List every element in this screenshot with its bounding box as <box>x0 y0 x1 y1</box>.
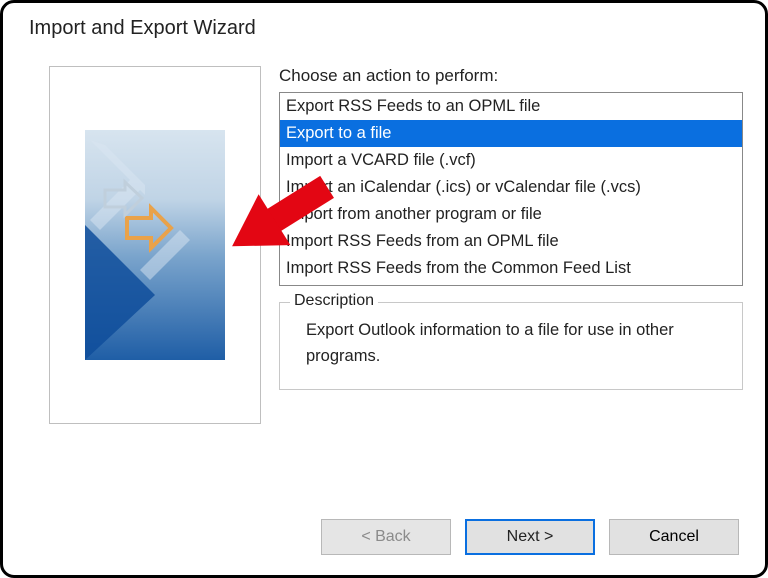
dialog-content: Choose an action to perform: Export RSS … <box>3 40 765 424</box>
cancel-button[interactable]: Cancel <box>609 519 739 555</box>
dialog-title: Import and Export Wizard <box>3 3 765 40</box>
action-item[interactable]: Export RSS Feeds to an OPML file <box>280 93 742 120</box>
wizard-graphic <box>85 130 225 360</box>
description-label: Description <box>290 292 378 310</box>
description-group: Description Export Outlook information t… <box>279 302 743 390</box>
back-button: < Back <box>321 519 451 555</box>
next-button[interactable]: Next > <box>465 519 595 555</box>
action-item[interactable]: Import an iCalendar (.ics) or vCalendar … <box>280 174 742 201</box>
wizard-sidebar <box>49 66 261 424</box>
action-listbox[interactable]: Export RSS Feeds to an OPML file Export … <box>279 92 743 286</box>
wizard-dialog: Import and Export Wizard Choose an actio… <box>0 0 768 578</box>
action-item[interactable]: Import RSS Feeds from an OPML file <box>280 228 742 255</box>
action-item[interactable]: Import from another program or file <box>280 201 742 228</box>
description-body: Export Outlook information to a file for… <box>298 317 728 369</box>
action-item-selected[interactable]: Export to a file <box>280 120 742 147</box>
action-item[interactable]: Import a VCARD file (.vcf) <box>280 147 742 174</box>
button-row: < Back Next > Cancel <box>321 519 739 555</box>
wizard-main: Choose an action to perform: Export RSS … <box>279 66 743 424</box>
action-prompt: Choose an action to perform: <box>279 66 743 86</box>
action-item[interactable]: Import RSS Feeds from the Common Feed Li… <box>280 255 742 282</box>
wizard-arrows-icon <box>85 130 225 360</box>
